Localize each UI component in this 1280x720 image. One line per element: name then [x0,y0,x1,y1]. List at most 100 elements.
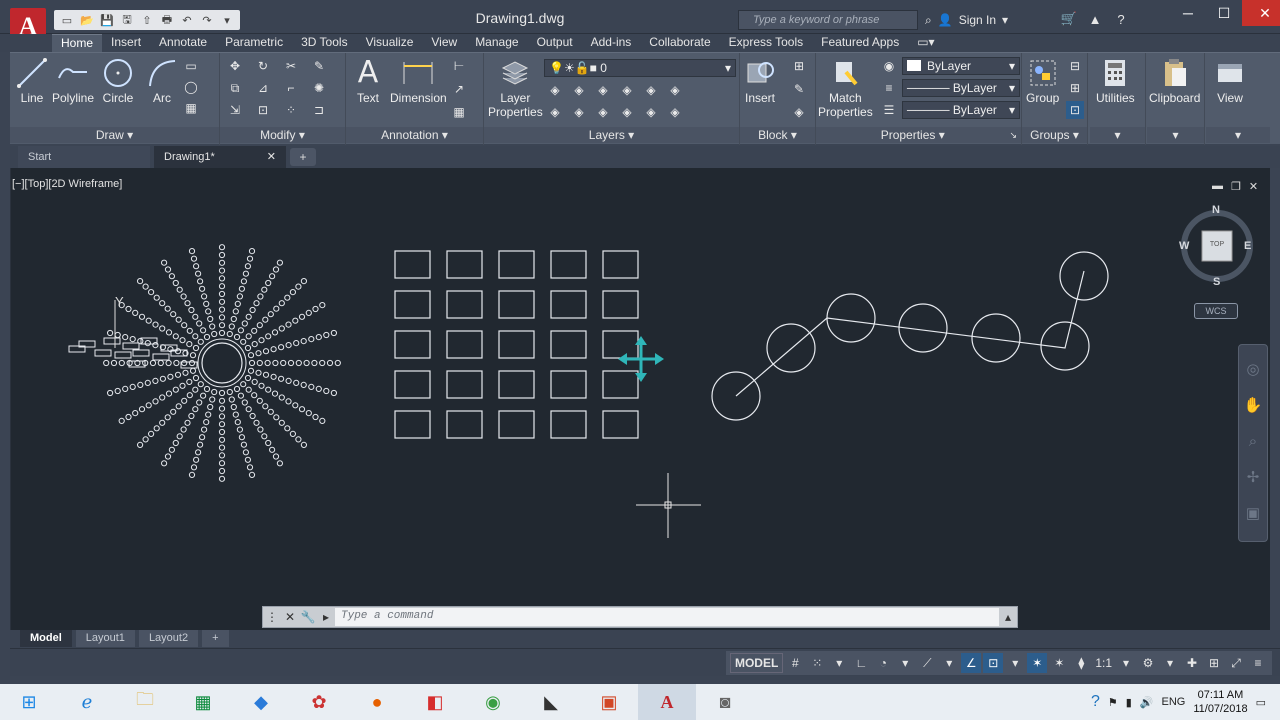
array-icon[interactable]: ⁘ [282,101,300,119]
move-icon[interactable]: ✥ [226,57,244,75]
command-prompt-icon[interactable]: ▸ [317,610,335,624]
clean-screen-icon[interactable]: ⤢ [1226,653,1246,673]
steering-wheel-icon[interactable]: ◎ [1242,359,1264,381]
tab-layout2[interactable]: Layout2 [138,630,199,647]
layer-freeze-icon[interactable]: ◈ [594,81,612,99]
notifications-icon[interactable]: ▭ [1256,696,1266,709]
groups-panel-title[interactable]: Groups ▾ [1022,127,1087,143]
tab-drawing1[interactable]: Drawing1* ✕ [154,146,286,168]
cart-icon[interactable]: 🛒 [1060,10,1078,28]
tab-home[interactable]: Home [52,34,103,52]
sign-in-button[interactable]: ⌕ 👤 Sign In ▾ [925,10,1055,30]
layer-match-icon[interactable]: ◈ [642,81,660,99]
model-space-toggle[interactable]: MODEL [729,653,784,673]
view-expand-icon[interactable]: ▾ [1206,127,1270,143]
save-icon[interactable]: 💾 [98,12,116,28]
viewcube-top-face[interactable]: TOP [1206,241,1228,248]
modify-panel-title[interactable]: Modify ▾ [220,127,345,143]
grid-icon[interactable]: # [785,653,805,673]
draw-panel-title[interactable]: Draw ▾ [10,127,219,143]
tab-start[interactable]: Start [18,146,150,168]
plot-icon[interactable]: 🖶 [158,12,176,28]
tab-output[interactable]: Output [528,34,582,52]
annotation-panel-title[interactable]: Annotation ▾ [346,127,483,143]
firefox-icon[interactable]: ● [348,684,406,720]
command-input[interactable]: Type a command [335,608,999,626]
showmotion-icon[interactable]: ▣ [1242,503,1264,525]
orbit-icon[interactable]: ✢ [1242,467,1264,489]
create-block-icon[interactable]: ⊞ [790,57,808,75]
a360-icon[interactable]: ▲ [1086,10,1104,28]
viewcube-north[interactable]: N [1212,204,1220,216]
layers-panel-title[interactable]: Layers ▾ [484,127,739,143]
help-tray-icon[interactable]: ? [1091,693,1100,711]
sublime-text-icon[interactable]: ◣ [522,684,580,720]
grip-handle-icon[interactable]: ⋮ [263,610,281,624]
store-icon[interactable]: ▦ [174,684,232,720]
windows-start-icon[interactable]: ⊞ [0,684,58,720]
dropbox-icon[interactable]: ◆ [232,684,290,720]
search-input[interactable]: Type a keyword or phrase [738,10,918,30]
block-panel-title[interactable]: Block ▾ [740,127,815,143]
annotation-visibility-icon[interactable]: ✶ [1027,653,1048,673]
snap-icon[interactable]: ⁙ [807,653,827,673]
isodraft-menu-icon[interactable]: ▾ [939,653,959,673]
add-layout-button[interactable]: + [202,630,229,647]
color-dropdown[interactable]: ByLayer ▾ [902,57,1020,75]
binoculars-icon[interactable]: ⌕ [925,13,932,28]
dimension-button[interactable]: Dimension [390,57,447,105]
viewcube-west[interactable]: W [1179,240,1189,252]
tab-annotate[interactable]: Annotate [150,34,216,52]
linear-dim-icon[interactable]: ⊢ [450,57,468,75]
edit-block-icon[interactable]: ✎ [790,80,808,98]
hatch-icon[interactable]: ▦ [182,99,200,117]
clock[interactable]: 07:11 AM 11/07/2018 [1193,688,1247,716]
command-history-icon[interactable]: ▴ [999,610,1017,624]
undo-icon[interactable]: ↶ [178,12,196,28]
close-command-line-icon[interactable]: ✕ [281,610,299,624]
clipboard-button[interactable]: Clipboard [1149,57,1200,105]
viewport-restore-icon[interactable]: ❐ [1231,180,1241,193]
annotation-scale-icon[interactable]: ⧫ [1071,653,1091,673]
language-indicator[interactable]: ENG [1162,696,1186,708]
workspace-gear-icon[interactable]: ⚙ [1138,653,1158,673]
layer-isolate-icon[interactable]: ◈ [570,81,588,99]
layer-dropdown[interactable]: 💡☀🔓■ 0 ▾ [544,59,736,77]
pan-icon[interactable]: ✋ [1242,395,1264,417]
tab-featured-apps[interactable]: Featured Apps [812,34,908,52]
ortho-icon[interactable]: ∟ [851,653,871,673]
layer-off-icon[interactable]: ◈ [546,81,564,99]
layer-previous-icon[interactable]: ◈ [642,103,660,121]
ungroup-icon[interactable]: ⊟ [1066,57,1084,75]
zoom-extents-icon[interactable]: ⌕ [1242,431,1264,453]
mirror-icon[interactable]: ⊿ [254,79,272,97]
object-snap-menu-icon[interactable]: ▾ [1005,653,1025,673]
group-button[interactable]: Group [1026,57,1059,105]
paint-app-icon[interactable]: ✿ [290,684,348,720]
panel-launcher-icon[interactable]: ↘ [1009,127,1017,143]
viewcube-east[interactable]: E [1244,240,1251,252]
table-icon[interactable]: ▦ [450,103,468,121]
copy-icon[interactable]: ⧉ [226,79,244,97]
rectangle-icon[interactable]: ▭ [182,57,200,75]
snap-menu-icon[interactable]: ▾ [829,653,849,673]
autocad-taskbar-icon[interactable]: A [638,684,696,720]
volume-icon[interactable]: 🔊 [1140,696,1154,709]
presentation-app-icon[interactable]: ▣ [580,684,638,720]
clipboard-expand-icon[interactable]: ▾ [1147,127,1204,143]
customize-wrench-icon[interactable]: 🔧 [299,610,317,624]
file-explorer-icon[interactable]: 🗀 [116,684,174,720]
circle-button[interactable]: Circle [102,57,134,105]
explode-icon[interactable]: ✺ [310,79,328,97]
polar-menu-icon[interactable]: ▾ [895,653,915,673]
trim-icon[interactable]: ✂ [282,57,300,75]
match-properties-button[interactable]: Match Properties [818,57,873,119]
tab-express-tools[interactable]: Express Tools [720,34,812,52]
tab-layout1[interactable]: Layout1 [75,630,135,647]
utilities-expand-icon[interactable]: ▾ [1090,127,1145,143]
save-as-icon[interactable]: 🖫 [118,12,136,28]
customize-icon[interactable]: ≡ [1248,653,1268,673]
layer-properties-button[interactable]: Layer Properties [488,57,543,119]
tab-insert[interactable]: Insert [102,34,150,52]
ellipse-icon[interactable]: ◯ [182,78,200,96]
